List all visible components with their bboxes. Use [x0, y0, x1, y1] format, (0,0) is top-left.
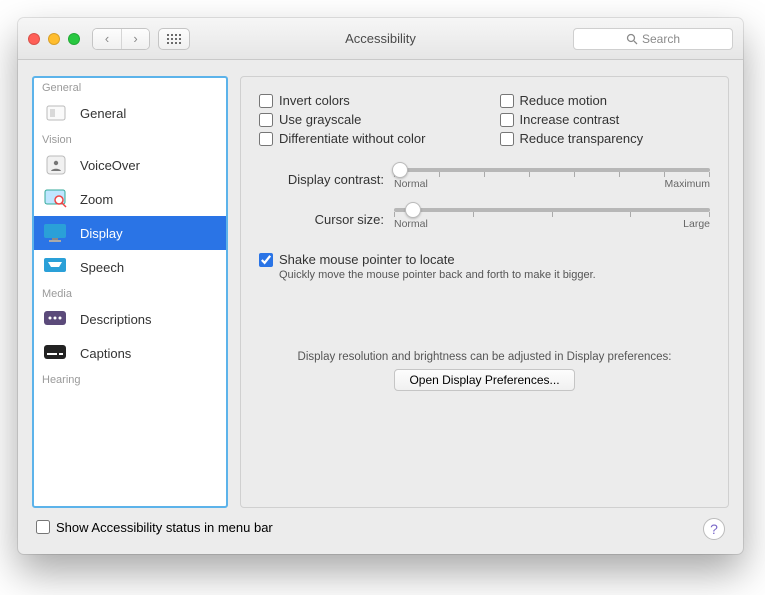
minimize-icon[interactable] [48, 33, 60, 45]
sidebar-item-label: Speech [80, 260, 124, 275]
accessibility-preferences-window: ‹ › Accessibility Search General General… [18, 18, 743, 554]
cursor-slider-label: Cursor size: [259, 212, 394, 227]
switch-icon [42, 102, 70, 124]
checkbox-label: Shake mouse pointer to locate [279, 252, 455, 267]
help-button[interactable]: ? [703, 518, 725, 540]
checkbox-label: Use grayscale [279, 112, 361, 127]
sidebar-item-captions[interactable]: Captions [34, 336, 226, 370]
section-hearing: Hearing [34, 370, 226, 388]
slider-min: Normal [394, 178, 428, 190]
slider-min: Normal [394, 218, 428, 230]
grayscale-checkbox[interactable]: Use grayscale [259, 112, 470, 127]
search-placeholder: Search [642, 32, 680, 46]
slider-thumb[interactable] [405, 202, 421, 218]
reduce-motion-checkbox[interactable]: Reduce motion [500, 93, 711, 108]
sidebar-item-descriptions[interactable]: Descriptions [34, 302, 226, 336]
invert-colors-checkbox[interactable]: Invert colors [259, 93, 470, 108]
grid-icon [167, 34, 181, 44]
titlebar: ‹ › Accessibility Search [18, 18, 743, 60]
back-button[interactable]: ‹ [93, 29, 121, 49]
sidebar-item-display[interactable]: Display [34, 216, 226, 250]
section-media: Media [34, 284, 226, 302]
cursor-slider[interactable] [394, 208, 710, 212]
sidebar-item-label: VoiceOver [80, 158, 140, 173]
checkbox-label: Differentiate without color [279, 131, 425, 146]
sidebar-item-label: Display [80, 226, 123, 241]
speech-icon [42, 256, 70, 278]
person-icon [42, 154, 70, 176]
checkbox-label: Reduce motion [520, 93, 607, 108]
menubar-status-checkbox[interactable]: Show Accessibility status in menu bar [36, 520, 273, 535]
checkbox-label: Increase contrast [520, 112, 620, 127]
captions-icon [42, 342, 70, 364]
reduce-transparency-checkbox[interactable]: Reduce transparency [500, 131, 711, 146]
increase-contrast-checkbox[interactable]: Increase contrast [500, 112, 711, 127]
footer-text: Display resolution and brightness can be… [259, 351, 710, 363]
sidebar-item-label: Captions [80, 346, 131, 361]
search-icon [626, 33, 638, 45]
forward-button[interactable]: › [121, 29, 149, 49]
differentiate-color-checkbox[interactable]: Differentiate without color [259, 131, 470, 146]
contrast-slider-label: Display contrast: [259, 172, 394, 187]
checkbox-label: Reduce transparency [520, 131, 644, 146]
close-icon[interactable] [28, 33, 40, 45]
contrast-slider[interactable] [394, 168, 710, 172]
checkbox-label: Invert colors [279, 93, 350, 108]
sidebar-item-label: Descriptions [80, 312, 152, 327]
settings-pane: Invert colors Use grayscale Differentiat… [240, 76, 729, 508]
checkbox-label: Show Accessibility status in menu bar [56, 520, 273, 535]
zoom-icon[interactable] [68, 33, 80, 45]
display-icon [42, 222, 70, 244]
sidebar-item-zoom[interactable]: Zoom [34, 182, 226, 216]
shake-pointer-checkbox[interactable]: Shake mouse pointer to locate [259, 252, 710, 267]
search-input[interactable]: Search [573, 28, 733, 50]
slider-max: Maximum [664, 178, 710, 190]
sidebar-item-voiceover[interactable]: VoiceOver [34, 148, 226, 182]
shake-description: Quickly move the mouse pointer back and … [279, 269, 710, 281]
descriptions-icon [42, 308, 70, 330]
sidebar-item-speech[interactable]: Speech [34, 250, 226, 284]
section-general: General [34, 78, 226, 96]
section-vision: Vision [34, 130, 226, 148]
category-sidebar[interactable]: General General Vision VoiceOver Zoom Di… [32, 76, 228, 508]
slider-thumb[interactable] [392, 162, 408, 178]
show-all-button[interactable] [158, 28, 190, 50]
nav-segment: ‹ › [92, 28, 150, 50]
magnifier-icon [42, 188, 70, 210]
sidebar-item-label: Zoom [80, 192, 113, 207]
slider-max: Large [683, 218, 710, 230]
window-controls [28, 33, 80, 45]
open-display-preferences-button[interactable]: Open Display Preferences... [394, 369, 574, 391]
sidebar-item-label: General [80, 106, 126, 121]
sidebar-item-general[interactable]: General [34, 96, 226, 130]
